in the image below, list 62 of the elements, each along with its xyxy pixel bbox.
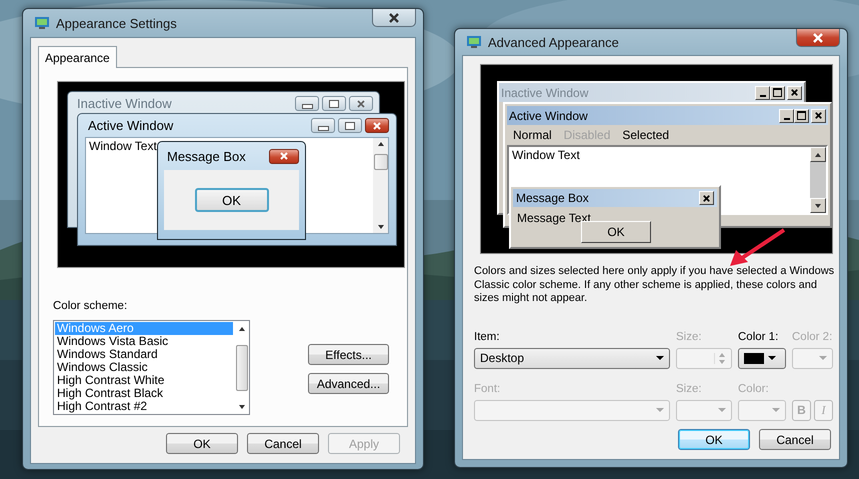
dialog-button[interactable]: Cancel: [759, 429, 831, 450]
message-box-title: Message Box: [516, 191, 589, 205]
window-text: Window Text: [89, 139, 157, 153]
close-icon: [269, 148, 299, 164]
description-text: Colors and sizes selected here only apply if you have selected a Windows Classic color scheme. If any other scheme is applied, these colors and sizes might not appear.: [474, 265, 836, 306]
color-picker[interactable]: [792, 348, 833, 368]
close-icon: [349, 96, 373, 111]
ok-button-preview: OK: [581, 221, 651, 243]
minimize-icon: [295, 96, 319, 111]
font-label: Font:: [474, 382, 502, 396]
list-item[interactable]: Windows Classic: [55, 361, 233, 374]
close-icon: [365, 118, 389, 133]
size-spinner[interactable]: [676, 348, 732, 368]
list-item[interactable]: High Contrast Black: [55, 387, 233, 400]
window-title: Inactive Window: [501, 86, 588, 100]
list-item[interactable]: Windows Standard: [55, 348, 233, 361]
item-dropdown[interactable]: Desktop: [474, 348, 670, 368]
close-icon: [699, 191, 714, 205]
window-title: Active Window: [509, 108, 588, 122]
dialog-button[interactable]: OK: [166, 433, 238, 454]
close-icon: [787, 86, 802, 100]
item-label: Item:: [474, 330, 501, 344]
dialog-button[interactable]: Cancel: [247, 433, 319, 454]
dialog-button[interactable]: Advanced...: [308, 373, 389, 394]
color-picker[interactable]: [738, 400, 786, 420]
arrow-annotation: [728, 226, 788, 268]
list-item[interactable]: High Contrast #2: [55, 400, 233, 413]
maximize-icon: [770, 86, 785, 100]
size-label: Size:: [676, 330, 703, 344]
dialog-button[interactable]: Effects...: [308, 344, 389, 365]
ok-button-preview: OK: [194, 188, 268, 212]
window-title: Inactive Window: [76, 96, 172, 111]
minimize-icon: [311, 118, 335, 133]
list-item[interactable]: Windows Vista Basic: [55, 335, 233, 348]
display-icon: [466, 34, 482, 50]
list-item[interactable]: High Contrast White: [55, 374, 233, 387]
color-picker[interactable]: [738, 348, 786, 368]
close-button[interactable]: [796, 29, 840, 47]
color-label: Color 1:: [738, 330, 780, 344]
window-text: Window Text: [512, 148, 580, 162]
close-icon: [388, 12, 400, 22]
color-label: Color:: [738, 382, 770, 396]
close-icon: [812, 32, 824, 42]
maximize-icon: [338, 118, 362, 133]
size-label: Size:: [676, 382, 703, 396]
display-icon: [34, 15, 50, 31]
message-box-title: Message Box: [167, 148, 246, 164]
maximize-icon: [794, 108, 809, 122]
dialog-button[interactable]: OK: [678, 429, 750, 450]
window-title: Active Window: [87, 118, 174, 133]
minimize-icon: [779, 108, 794, 122]
appearance-tab[interactable]: Appearance: [38, 46, 117, 68]
close-icon: [811, 108, 826, 122]
color-scheme-label: Color scheme:: [53, 299, 128, 313]
maximize-icon: [322, 96, 346, 111]
size-dropdown[interactable]: [676, 400, 732, 420]
color-label: Color 2:: [792, 330, 833, 344]
minimize-icon: [755, 86, 770, 100]
close-button[interactable]: [372, 9, 416, 27]
window-title: Appearance Settings: [56, 16, 177, 30]
font-dropdown[interactable]: [474, 400, 670, 420]
window-title: Advanced Appearance: [488, 34, 619, 50]
